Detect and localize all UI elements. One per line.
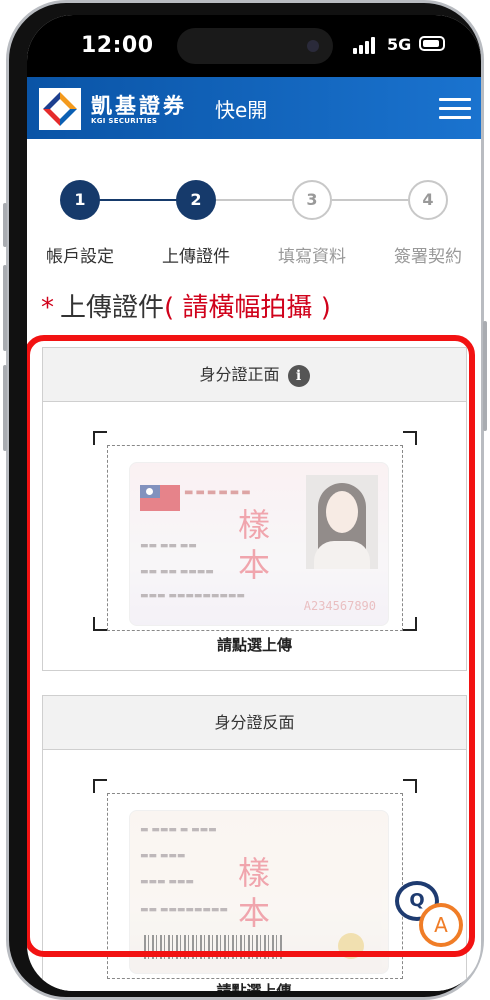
barcode-icon [144,935,284,959]
id-front-sample-image: ▬▬▬▬▬▬ ▬▬ ▬▬ ▬▬ ▬▬ ▬▬ ▬▬▬▬ ▬▬▬ ▬▬▬▬▬▬▬▬▬… [129,462,389,626]
id-front-card-title: 身分證正面 [199,365,280,384]
id-back-card-title: 身分證反面 [214,713,295,732]
id-number: A234567890 [303,599,376,613]
phone-screen: 12:00 5G 凱基證券 KGI SECURITIES 快e開 1 2 3 4… [27,15,481,991]
page-title-text: 上傳證件 [60,293,165,323]
status-bar: 12:00 5G [27,15,481,77]
phone-mute-switch [3,203,7,247]
roc-flag-icon [140,485,180,511]
step-1-circle: 1 [60,180,100,220]
page-title: * 上傳證件( 請橫幅拍攝 ) [41,287,331,324]
sample-watermark: 樣本 [237,854,270,932]
id-front-upload-button[interactable]: 請點選上傳 [43,634,466,655]
hamburger-menu-icon[interactable] [439,98,471,120]
seal-icon [338,933,364,959]
network-label: 5G [387,35,412,54]
id-card-heading: ▬▬▬▬▬▬ [184,487,253,498]
step-2-circle: 2 [176,180,216,220]
signal-icon [353,36,379,54]
battery-icon [419,36,445,51]
header-title: 快e開 [215,98,268,122]
step-connector [332,199,408,201]
sample-watermark: 樣本 [237,506,270,584]
crop-corner-icon [403,779,417,793]
id-field-line: ▬▬ ▬▬ ▬▬ [140,541,197,551]
id-field-line: ▬▬ ▬▬ ▬▬▬▬ [140,567,214,577]
id-back-card-header: 身分證反面 [43,696,466,750]
step-2-label: 上傳證件 [162,247,230,267]
id-back-sample-image: ▬ ▬▬▬ ▬ ▬▬▬ ▬▬ ▬▬▬ ▬▬▬ ▬▬▬ ▬▬ ▬▬▬▬▬▬▬▬ 樣… [129,810,389,974]
id-front-upload-card[interactable]: 身分證正面 i ▬▬▬▬▬▬ ▬▬ ▬▬ ▬▬ ▬▬ ▬▬ ▬▬▬▬ ▬▬▬ ▬▬… [42,347,467,671]
phone-volume-button [3,265,7,351]
step-3-circle: 3 [292,180,332,220]
id-field-line: ▬▬ ▬▬▬▬▬▬▬▬ [140,905,228,915]
phone-power-button [483,321,487,431]
id-field-line: ▬ ▬▬▬ ▬ ▬▬▬ [140,825,217,835]
id-front-card-header: 身分證正面 i [43,348,466,402]
camera-icon [307,40,319,52]
progress-stepper: 1 2 3 4 帳戶設定 上傳證件 填寫資料 簽署契約 [27,139,481,269]
id-front-capture-area[interactable]: ▬▬▬▬▬▬ ▬▬ ▬▬ ▬▬ ▬▬ ▬▬ ▬▬▬▬ ▬▬▬ ▬▬▬▬▬▬▬▬▬… [43,402,466,654]
dynamic-island [177,28,333,64]
step-4-label: 簽署契約 [394,247,462,267]
brand-name: 凱基證券 [91,94,187,118]
required-mark: * [41,293,54,323]
step-3-label: 填寫資料 [278,247,346,267]
crop-corner-icon [93,617,107,631]
crop-corner-icon [403,431,417,445]
status-time: 12:00 [81,33,154,58]
qa-chat-icon[interactable]: Q A [389,877,465,953]
step-4-circle: 4 [408,180,448,220]
page-title-note: ( 請橫幅拍攝 ) [164,293,331,323]
phone-frame: 12:00 5G 凱基證券 KGI SECURITIES 快e開 1 2 3 4… [3,0,487,1000]
chat-a-bubble: A [419,903,463,947]
info-icon[interactable]: i [287,364,310,387]
crop-corner-icon [403,617,417,631]
step-connector [216,199,292,201]
kgi-logo-icon [39,88,81,130]
phone-volume-button [3,365,7,451]
step-1-label: 帳戶設定 [46,247,114,267]
brand-subtitle: KGI SECURITIES [91,117,158,125]
id-field-line: ▬▬ ▬▬▬ [140,851,186,861]
crop-corner-icon [93,779,107,793]
id-field-line: ▬▬▬ ▬▬▬▬▬▬▬▬▬ [140,591,245,601]
id-back-upload-button[interactable]: 請點選上傳 [27,980,481,991]
crop-corner-icon [93,431,107,445]
id-field-line: ▬▬▬ ▬▬▬ [140,877,194,887]
portrait-photo [306,475,378,569]
app-header: 凱基證券 KGI SECURITIES 快e開 [27,77,481,139]
